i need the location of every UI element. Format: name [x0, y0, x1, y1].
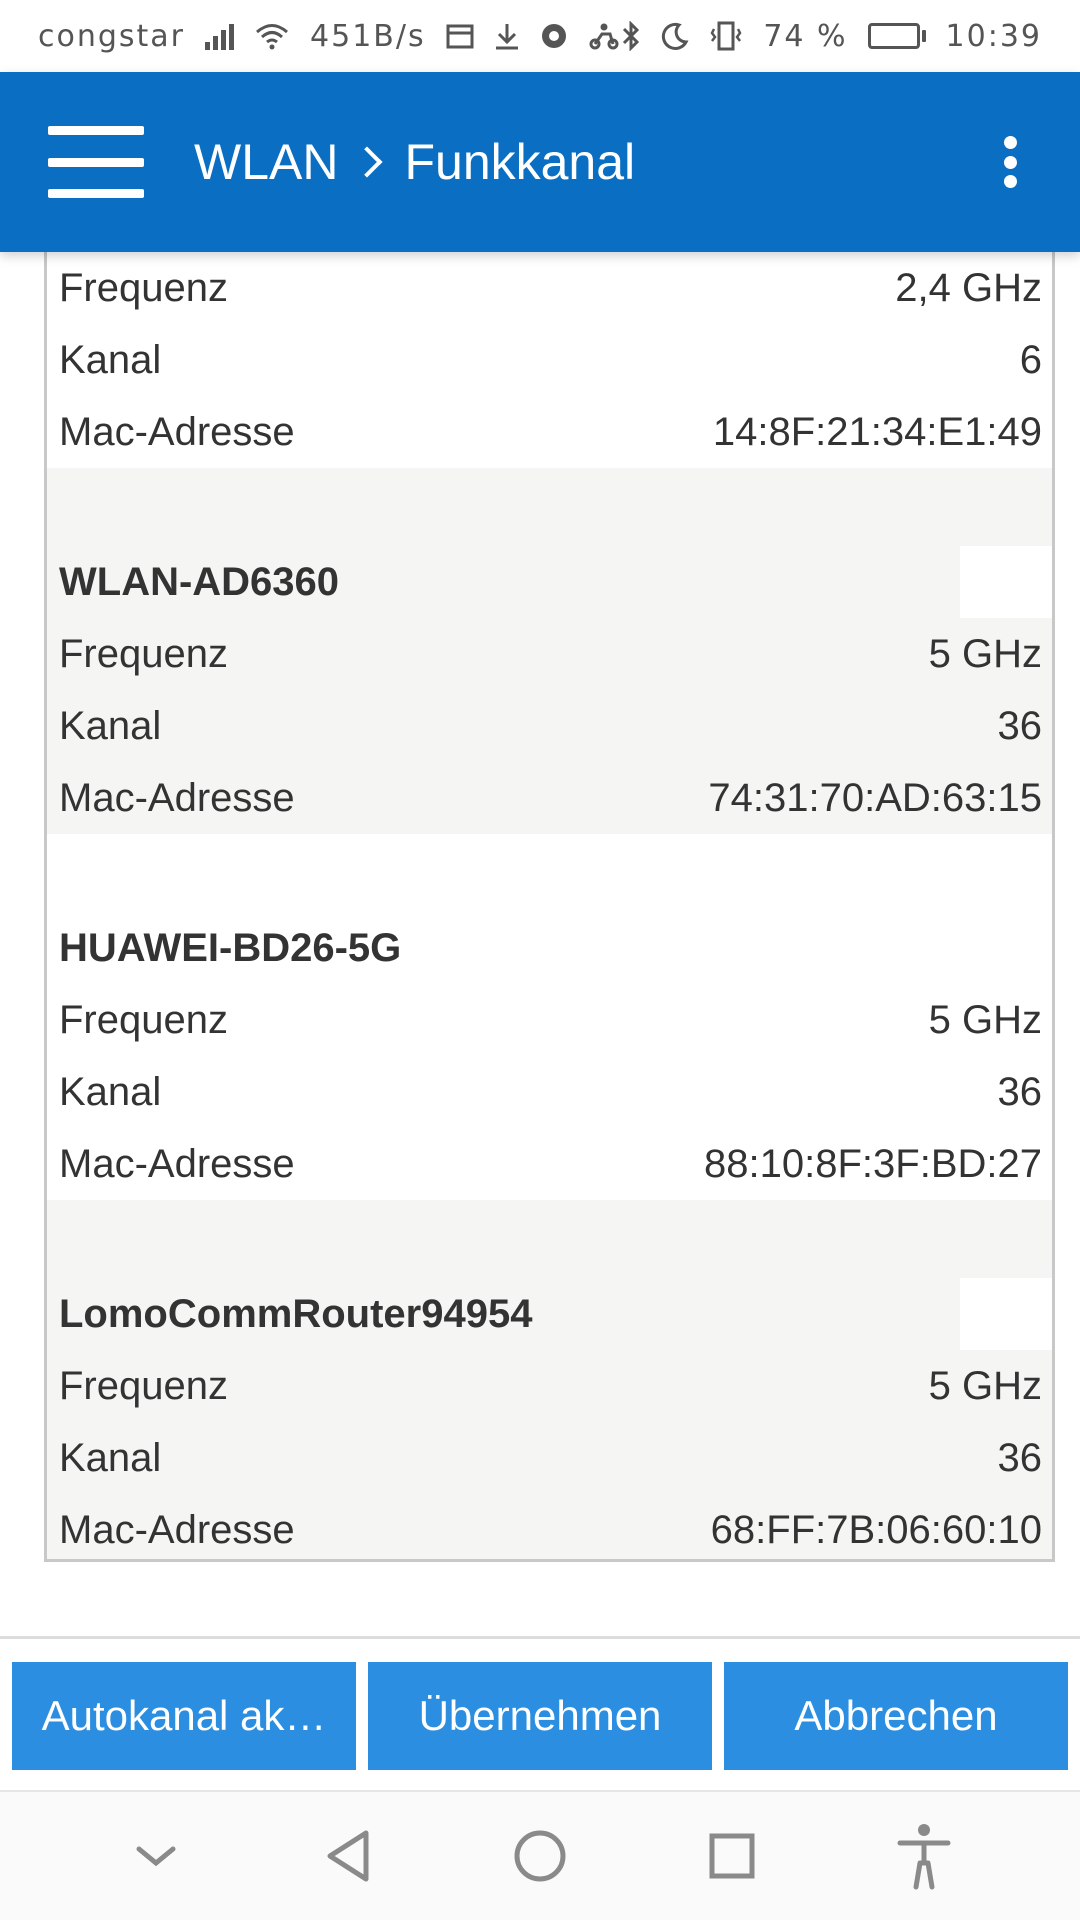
breadcrumb-page: Funkkanal — [404, 134, 636, 190]
system-nav-bar — [0, 1790, 1080, 1920]
calendar-icon — [446, 23, 474, 49]
network-badge — [960, 1278, 1052, 1350]
page-title: WLAN Funkkanal — [194, 133, 635, 191]
row-value: 36 — [997, 703, 1043, 748]
network-name: LomoCommRouter94954 — [59, 1291, 533, 1336]
row-value: 5 GHz — [928, 997, 1042, 1042]
row-value: 74:31:70:AD:63:15 — [708, 775, 1042, 820]
row-label: Kanal — [59, 1435, 162, 1480]
vibrate-icon — [709, 21, 743, 51]
info-row-frequency: Frequenz 2,4 GHz — [59, 252, 1042, 324]
network-badge — [960, 546, 1052, 618]
info-row-channel: Kanal 36 — [59, 1422, 1042, 1494]
row-value: 5 GHz — [928, 631, 1042, 676]
info-row-channel: Kanal 6 — [59, 324, 1042, 396]
row-label: Mac-Adresse — [59, 409, 295, 454]
row-label: Mac-Adresse — [59, 1507, 295, 1552]
network-card: Frequenz 2,4 GHz Kanal 6 Mac-Adresse 14:8F:… — [47, 252, 1052, 468]
row-label: Kanal — [59, 703, 162, 748]
chevron-down-icon[interactable] — [111, 1811, 201, 1901]
info-row-frequency: Frequenz 5 GHz — [59, 618, 1042, 690]
app-bar: WLAN Funkkanal — [0, 72, 1080, 252]
accessibility-icon[interactable] — [879, 1811, 969, 1901]
chevron-right-icon — [351, 146, 384, 178]
row-label: Frequenz — [59, 265, 228, 310]
network-name: HUAWEI-BD26-5G — [59, 925, 402, 970]
row-value: 36 — [997, 1435, 1043, 1480]
network-name-row: HUAWEI-BD26-5G — [59, 912, 1042, 984]
row-value: 6 — [1019, 337, 1042, 382]
clock: 10:39 — [945, 18, 1042, 54]
info-row-mac: Mac-Adresse 74:31:70:AD:63:15 — [59, 762, 1042, 834]
delivery-icon — [588, 22, 620, 50]
info-row-mac: Mac-Adresse 14:8F:21:34:E1:49 — [59, 396, 1042, 468]
breadcrumb-section[interactable]: WLAN — [194, 133, 338, 191]
download-icon — [494, 22, 520, 50]
more-vert-icon[interactable] — [990, 126, 1030, 198]
network-card: LomoCommRouter94954 Frequenz 5 GHz Kanal 3… — [47, 1200, 1052, 1559]
network-name: WLAN-AD6360 — [59, 559, 340, 604]
network-list[interactable]: Frequenz 2,4 GHz Kanal 6 Mac-Adresse 14:8F:… — [44, 252, 1055, 1562]
row-label: Frequenz — [59, 997, 228, 1042]
info-row-mac: Mac-Adresse 88:10:8F:3F:BD:27 — [59, 1128, 1042, 1200]
row-label: Kanal — [59, 1069, 162, 1114]
row-value: 5 GHz — [928, 1363, 1042, 1408]
autokanal-button[interactable]: Autokanal ak… — [12, 1662, 356, 1770]
row-label: Mac-Adresse — [59, 775, 295, 820]
moon-icon — [661, 22, 689, 50]
back-icon[interactable] — [303, 1811, 393, 1901]
network-speed: 451B/s — [310, 18, 426, 54]
carrier-name: congstar — [38, 18, 186, 54]
home-icon[interactable] — [495, 1811, 585, 1901]
row-value: 68:FF:7B:06:60:10 — [710, 1507, 1042, 1552]
bluetooth-icon — [621, 21, 641, 51]
network-card: WLAN-AD6360 Frequenz 5 GHz Kanal 36 Mac-Ad… — [47, 468, 1052, 834]
row-value: 14:8F:21:34:E1:49 — [712, 409, 1042, 454]
apply-button[interactable]: Übernehmen — [368, 1662, 712, 1770]
row-label: Mac-Adresse — [59, 1141, 295, 1186]
network-name-row: WLAN-AD6360 — [59, 546, 1052, 618]
status-bar: congstar 451B/s 74 % 10:39 — [0, 0, 1080, 72]
info-row-mac: Mac-Adresse 68:FF:7B:06:60:10 — [59, 1494, 1042, 1559]
battery-icon — [867, 23, 926, 49]
divider — [0, 1636, 1080, 1639]
action-bar: Autokanal ak… Übernehmen Abbrechen — [12, 1662, 1068, 1770]
info-row-frequency: Frequenz 5 GHz — [59, 1350, 1042, 1422]
row-value: 88:10:8F:3F:BD:27 — [704, 1141, 1042, 1186]
info-row-channel: Kanal 36 — [59, 690, 1042, 762]
network-name-row: LomoCommRouter94954 — [59, 1278, 1052, 1350]
wifi-icon — [254, 21, 290, 51]
row-value: 36 — [997, 1069, 1043, 1114]
row-label: Frequenz — [59, 631, 228, 676]
row-label: Frequenz — [59, 1363, 228, 1408]
info-row-frequency: Frequenz 5 GHz — [59, 984, 1042, 1056]
row-value: 2,4 GHz — [895, 265, 1042, 310]
network-card: HUAWEI-BD26-5G Frequenz 5 GHz Kanal 36 Mac… — [47, 834, 1052, 1200]
chrome-icon — [540, 22, 568, 50]
battery-percent: 74 % — [763, 18, 848, 54]
info-row-channel: Kanal 36 — [59, 1056, 1042, 1128]
cancel-button[interactable]: Abbrechen — [724, 1662, 1068, 1770]
hamburger-menu-icon[interactable] — [48, 126, 144, 198]
row-label: Kanal — [59, 337, 162, 382]
signal-icon — [205, 22, 235, 50]
recents-icon[interactable] — [687, 1811, 777, 1901]
